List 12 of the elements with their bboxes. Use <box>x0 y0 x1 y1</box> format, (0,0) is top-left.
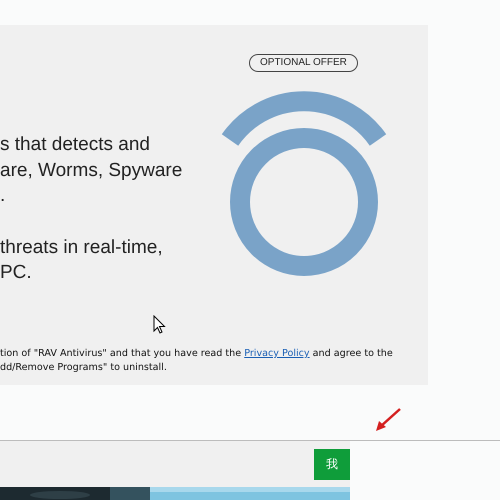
description-text: threats in real-time, <box>0 236 163 260</box>
legal-text: tion of "RAV Antivirus" and that you have read the Privacy Policy and agree to the <box>0 347 394 361</box>
description-text: . <box>0 184 6 208</box>
legal-text: dd/Remove Programs" to uninstall. <box>0 361 168 375</box>
accept-button[interactable]: 我 <box>314 448 350 480</box>
description-text: s that detects and <box>0 133 150 157</box>
description-text: are, Worms, Spyware <box>0 158 182 182</box>
privacy-policy-link[interactable]: Privacy Policy <box>244 348 310 359</box>
description-text: PC. <box>0 261 32 285</box>
arrow-drawing <box>374 407 402 433</box>
mouse-cursor-icon <box>153 315 166 334</box>
optional-offer-badge: OPTIONAL OFFER <box>249 54 358 72</box>
